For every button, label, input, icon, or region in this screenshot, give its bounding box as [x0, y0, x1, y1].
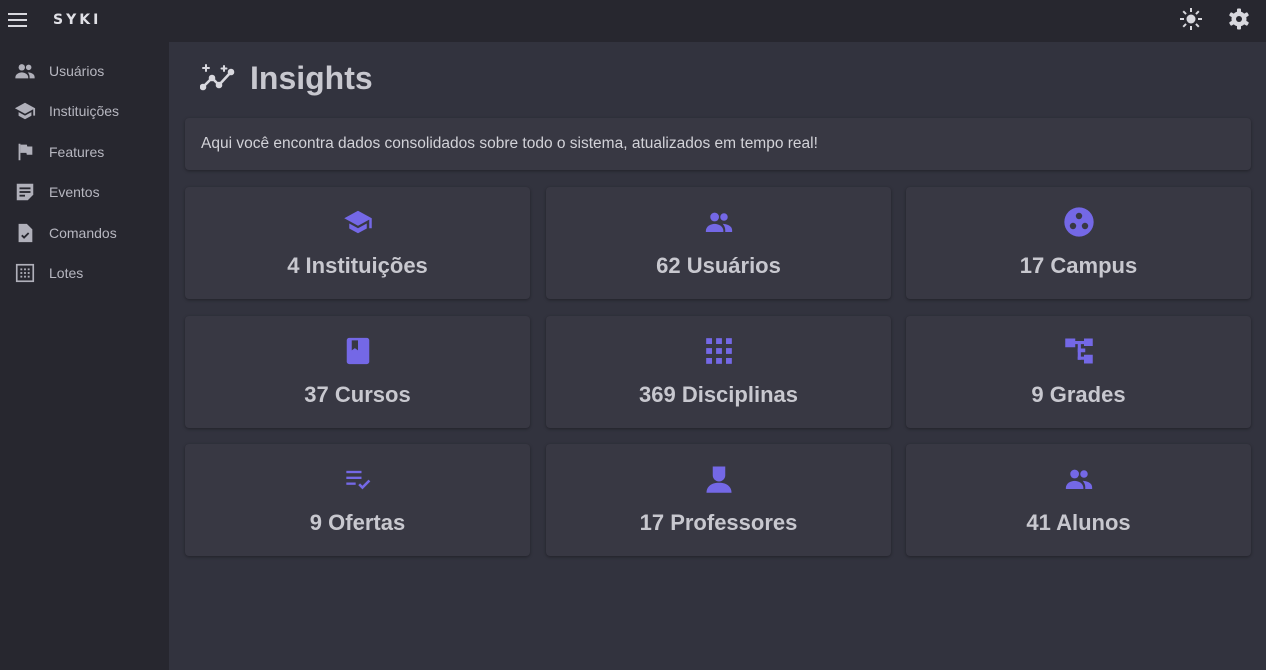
note-icon	[14, 181, 36, 203]
sidebar-item-label: Instituições	[49, 103, 120, 119]
sidebar-item-features[interactable]: Features	[0, 134, 169, 170]
main-content: Insights Aqui você encontra dados consol…	[169, 42, 1266, 670]
grid-dots-icon	[14, 262, 36, 284]
stat-label: 4 Instituições	[287, 253, 428, 278]
sidebar: Usuários Instituições Features Eventos C…	[0, 42, 169, 670]
sidebar-item-lotes[interactable]: Lotes	[0, 255, 169, 291]
person-icon	[546, 462, 891, 496]
page-title: Insights	[250, 60, 373, 96]
stat-label: 17 Campus	[1019, 253, 1138, 278]
description-card: Aqui você encontra dados consolidados so…	[185, 118, 1251, 170]
stat-label: 17 Professores	[639, 510, 798, 535]
stat-card-campus[interactable]: 17 Campus	[906, 187, 1251, 299]
playlist-check-icon	[185, 462, 530, 496]
stat-card-grades[interactable]: 9 Grades	[906, 316, 1251, 428]
people-icon	[546, 205, 891, 239]
sidebar-item-label: Comandos	[49, 225, 117, 241]
sidebar-item-instituicoes[interactable]: Instituições	[0, 93, 169, 129]
stat-card-cursos[interactable]: 37 Cursos	[185, 316, 530, 428]
stat-card-professores[interactable]: 17 Professores	[546, 444, 891, 556]
sidebar-item-label: Usuários	[49, 63, 105, 79]
sun-icon[interactable]	[1179, 7, 1203, 31]
app-bar: SYKI	[0, 0, 1266, 42]
stat-card-ofertas[interactable]: 9 Ofertas	[185, 444, 530, 556]
people-icon	[14, 60, 36, 82]
stat-card-alunos[interactable]: 41 Alunos	[906, 444, 1251, 556]
sidebar-item-label: Lotes	[49, 265, 84, 281]
stat-card-disciplinas[interactable]: 369 Disciplinas	[546, 316, 891, 428]
stat-label: 62 Usuários	[656, 253, 781, 278]
graduation-cap-icon	[185, 205, 530, 239]
flag-icon	[14, 141, 36, 163]
stat-label: 9 Ofertas	[309, 510, 406, 535]
stat-label: 369 Disciplinas	[639, 382, 798, 407]
apps-grid-icon	[546, 334, 891, 368]
stat-label: 41 Alunos	[1026, 510, 1131, 535]
stat-label: 37 Cursos	[304, 382, 411, 407]
stat-card-usuarios[interactable]: 62 Usuários	[546, 187, 891, 299]
circle-dots-icon	[906, 205, 1251, 239]
sidebar-item-label: Features	[49, 144, 105, 160]
sidebar-item-comandos[interactable]: Comandos	[0, 215, 169, 251]
menu-icon[interactable]	[7, 9, 29, 31]
gear-icon[interactable]	[1227, 7, 1251, 31]
book-icon	[185, 334, 530, 368]
insights-icon	[199, 62, 236, 96]
description-text: Aqui você encontra dados consolidados so…	[201, 135, 818, 152]
brand-title: SYKI	[53, 12, 102, 28]
stat-card-instituicoes[interactable]: 4 Instituições	[185, 187, 530, 299]
stat-label: 9 Grades	[1031, 382, 1126, 407]
account-tree-icon	[906, 334, 1251, 368]
sidebar-item-eventos[interactable]: Eventos	[0, 174, 169, 210]
sidebar-item-label: Eventos	[49, 184, 100, 200]
file-check-icon	[14, 222, 36, 244]
sidebar-item-usuarios[interactable]: Usuários	[0, 53, 169, 89]
people-icon	[906, 462, 1251, 496]
graduation-cap-icon	[14, 100, 36, 122]
